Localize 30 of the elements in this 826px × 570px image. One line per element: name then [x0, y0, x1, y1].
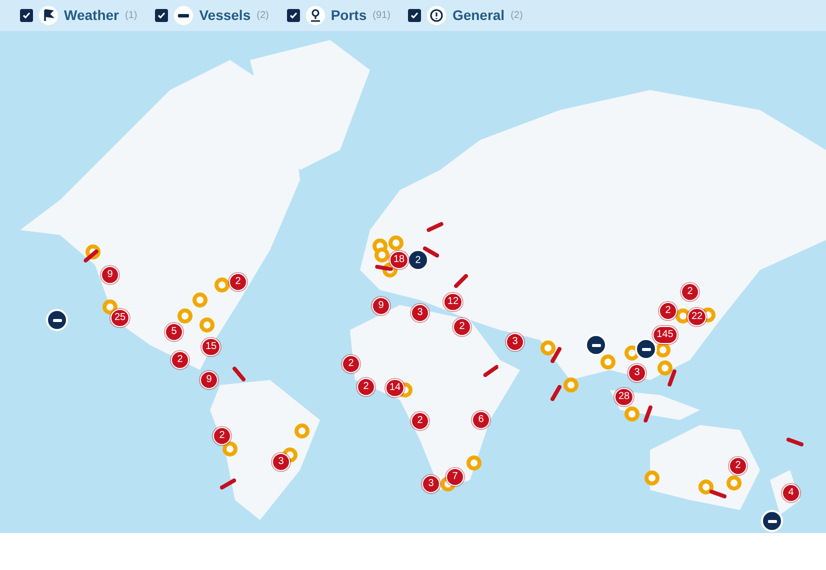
filter-label[interactable]: General — [452, 5, 505, 26]
checkbox[interactable] — [155, 9, 168, 22]
checkbox[interactable] — [20, 9, 33, 22]
route-marker[interactable] — [232, 366, 246, 382]
filter-count: (2) — [510, 9, 523, 23]
checkbox[interactable] — [286, 9, 300, 22]
weather-flag-icon — [39, 6, 58, 25]
filter-label[interactable]: Vessels — [199, 5, 251, 26]
route-marker[interactable] — [709, 490, 727, 498]
route-marker[interactable] — [550, 346, 562, 364]
info-icon — [427, 6, 446, 25]
route-marker[interactable] — [220, 478, 236, 490]
filter-count: (91) — [372, 9, 390, 23]
route-marker[interactable] — [786, 438, 804, 446]
route-marker[interactable] — [454, 274, 468, 288]
route-marker[interactable] — [668, 369, 676, 387]
route-marker[interactable] — [426, 222, 444, 232]
port-pin-icon — [306, 6, 325, 25]
checkbox[interactable] — [408, 9, 422, 22]
route-marker[interactable] — [375, 264, 393, 272]
filter-label[interactable]: Ports — [330, 5, 367, 26]
filter-label[interactable]: Weather — [64, 5, 119, 26]
filter-count: (1) — [124, 9, 138, 23]
route-marker[interactable] — [550, 384, 562, 402]
route-marker[interactable] — [84, 250, 98, 262]
route-marker[interactable] — [483, 365, 499, 377]
vessel-icon — [174, 6, 194, 25]
route-marker[interactable] — [644, 405, 652, 423]
route-marker[interactable] — [422, 246, 440, 258]
filter-count: (2) — [256, 9, 269, 23]
